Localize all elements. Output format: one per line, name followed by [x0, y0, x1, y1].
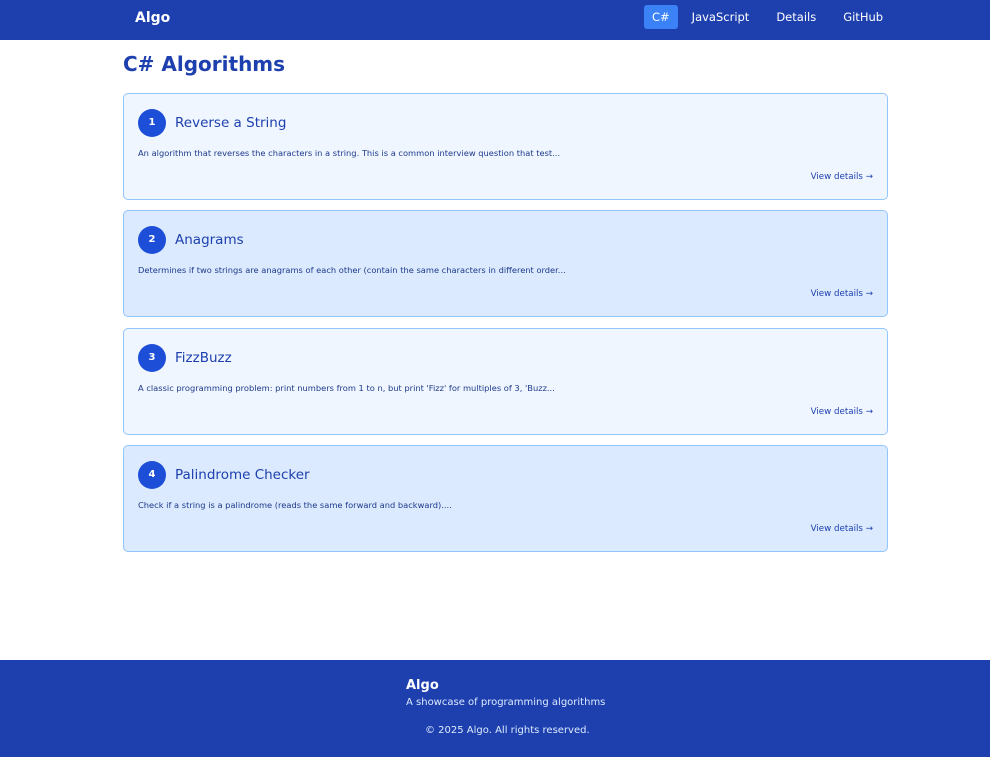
nav-link-csharp[interactable]: C# [644, 5, 678, 29]
footer-copyright: © 2025 Algo. All rights reserved. [425, 725, 590, 736]
card-number-badge: 1 [138, 109, 166, 137]
algorithm-card[interactable]: 3 FizzBuzz A classic programming problem… [123, 328, 888, 435]
card-title[interactable]: FizzBuzz [175, 350, 232, 366]
top-navbar: Algo C# JavaScript Details GitHub [0, 0, 990, 40]
card-number-badge: 3 [138, 344, 166, 372]
view-details-link[interactable]: View details → [811, 407, 873, 417]
card-description: A classic programming problem: print num… [138, 383, 555, 393]
card-title[interactable]: Anagrams [175, 232, 244, 248]
card-title[interactable]: Palindrome Checker [175, 467, 310, 483]
card-number-badge: 2 [138, 226, 166, 254]
card-number-badge: 4 [138, 461, 166, 489]
footer-brand: Algo [406, 678, 439, 693]
view-details-link[interactable]: View details → [811, 289, 873, 299]
brand-logo[interactable]: Algo [135, 10, 170, 26]
nav-link-javascript[interactable]: JavaScript [684, 5, 758, 29]
card-description: Determines if two strings are anagrams o… [138, 265, 566, 275]
card-description: Check if a string is a palindrome (reads… [138, 500, 452, 510]
view-details-link[interactable]: View details → [811, 524, 873, 534]
footer: Algo A showcase of programming algorithm… [0, 660, 990, 757]
algorithm-card[interactable]: 2 Anagrams Determines if two strings are… [123, 210, 888, 317]
card-title[interactable]: Reverse a String [175, 115, 286, 131]
footer-tagline: A showcase of programming algorithms [406, 697, 606, 708]
nav-link-details[interactable]: Details [768, 5, 824, 29]
nav-links: C# JavaScript Details GitHub [644, 5, 894, 29]
card-description: An algorithm that reverses the character… [138, 148, 561, 158]
nav-link-github[interactable]: GitHub [835, 5, 891, 29]
algorithm-card[interactable]: 4 Palindrome Checker Check if a string i… [123, 445, 888, 552]
algorithm-card[interactable]: 1 Reverse a String An algorithm that rev… [123, 93, 888, 200]
page-title: C# Algorithms [123, 52, 286, 76]
view-details-link[interactable]: View details → [811, 172, 873, 182]
